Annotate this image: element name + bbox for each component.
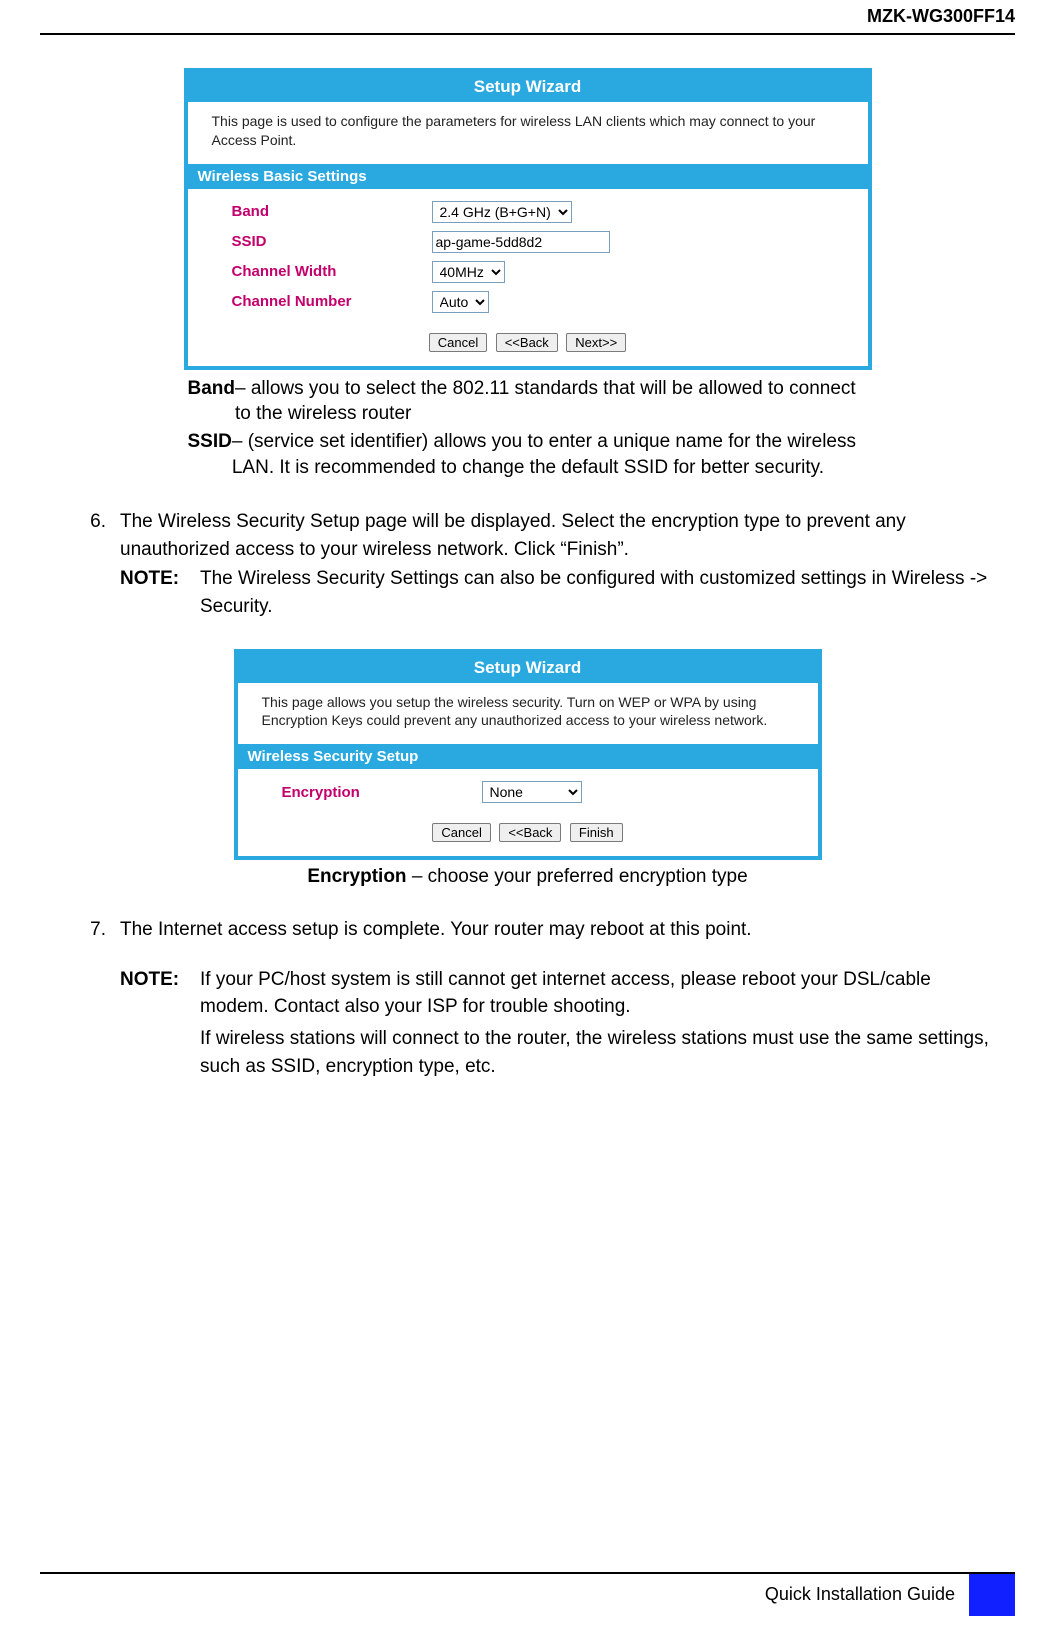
encryption-select[interactable]: None [482,781,582,803]
model-number: MZK-WG300FF14 [867,6,1015,26]
definition-band: Band – allows you to select the 802.11 s… [188,376,868,427]
step-6: 6. The Wireless Security Setup page will… [60,508,995,628]
wizard-title: Setup Wizard [188,72,868,102]
row-channel-width: Channel Width 40MHz [212,257,844,287]
row-channel-number: Channel Number Auto [212,287,844,317]
wizard-form: Band 2.4 GHz (B+G+N) SSID Channel Width … [188,189,868,323]
wizard2-buttons: Cancel <<Back Finish [238,813,818,856]
page-content: Setup Wizard This page is used to config… [60,48,995,1088]
setup-wizard-security: Setup Wizard This page allows you setup … [234,649,822,861]
step-6-note: NOTE: The Wireless Security Settings can… [120,565,995,620]
channel-number-select[interactable]: Auto [432,291,489,313]
row-encryption: Encryption None [262,777,794,807]
caption-encryption-text: – choose your preferred encryption type [407,866,748,887]
back-button[interactable]: <<Back [496,333,558,352]
definition-ssid: SSID – (service set identifier) allows y… [188,429,868,480]
definition-ssid-key: SSID [188,429,232,480]
caption-encryption: Encryption – choose your preferred encry… [188,866,868,888]
step-7-note-text-2: If wireless stations will connect to the… [200,1025,995,1080]
step-6-body: The Wireless Security Setup page will be… [120,508,995,628]
cancel-button[interactable]: Cancel [432,823,490,842]
step-7-text: The Internet access setup is complete. Y… [120,916,995,944]
wizard-buttons: Cancel <<Back Next>> [188,323,868,366]
step-6-number: 6. [60,508,120,628]
step-6-note-label: NOTE: [120,565,200,620]
step-7-note-text-1: If your PC/host system is still cannot g… [200,966,995,1021]
page-footer: Quick Installation Guide [40,1572,1015,1616]
wizard-section-heading: Wireless Basic Settings [188,164,868,189]
step-6-note-text: The Wireless Security Settings can also … [200,565,995,620]
caption-encryption-key: Encryption [307,866,406,887]
row-ssid: SSID [212,227,844,257]
wizard-description: This page is used to configure the param… [188,102,868,164]
step-7-body: The Internet access setup is complete. Y… [120,916,995,944]
band-label: Band [212,203,432,220]
page-header: MZK-WG300FF14 [40,0,1015,35]
encryption-label: Encryption [262,784,482,801]
step-7-notes: NOTE: If your PC/host system is still ca… [60,966,995,1080]
definition-band-value: – allows you to select the 802.11 standa… [235,376,868,427]
setup-wizard-basic: Setup Wizard This page is used to config… [184,68,872,370]
step-7: 7. The Internet access setup is complete… [60,916,995,944]
finish-button[interactable]: Finish [570,823,623,842]
step-6-text: The Wireless Security Setup page will be… [120,508,995,563]
step-7-note: NOTE: If your PC/host system is still ca… [120,966,995,1080]
wizard2-section-heading: Wireless Security Setup [238,744,818,769]
step-7-number: 7. [60,916,120,944]
row-band: Band 2.4 GHz (B+G+N) [212,197,844,227]
wizard2-description: This page allows you setup the wireless … [238,683,818,745]
wizard2-form: Encryption None [238,769,818,813]
definitions-basic: Band – allows you to select the 802.11 s… [188,376,868,481]
back-button[interactable]: <<Back [499,823,561,842]
wizard2-title: Setup Wizard [238,653,818,683]
footer-text: Quick Installation Guide [765,1574,969,1616]
band-select[interactable]: 2.4 GHz (B+G+N) [432,201,572,223]
ssid-label: SSID [212,233,432,250]
step-7-note-body: If your PC/host system is still cannot g… [200,966,995,1080]
channel-width-label: Channel Width [212,263,432,280]
next-button[interactable]: Next>> [566,333,626,352]
page: MZK-WG300FF14 Setup Wizard This page is … [0,0,1055,1650]
definition-ssid-value: – (service set identifier) allows you to… [232,429,868,480]
step-7-note-label: NOTE: [120,966,200,1080]
channel-width-select[interactable]: 40MHz [432,261,505,283]
cancel-button[interactable]: Cancel [429,333,487,352]
channel-number-label: Channel Number [212,293,432,310]
definition-band-key: Band [188,376,236,427]
ssid-input[interactable] [432,231,610,253]
footer-color-box [969,1574,1015,1616]
